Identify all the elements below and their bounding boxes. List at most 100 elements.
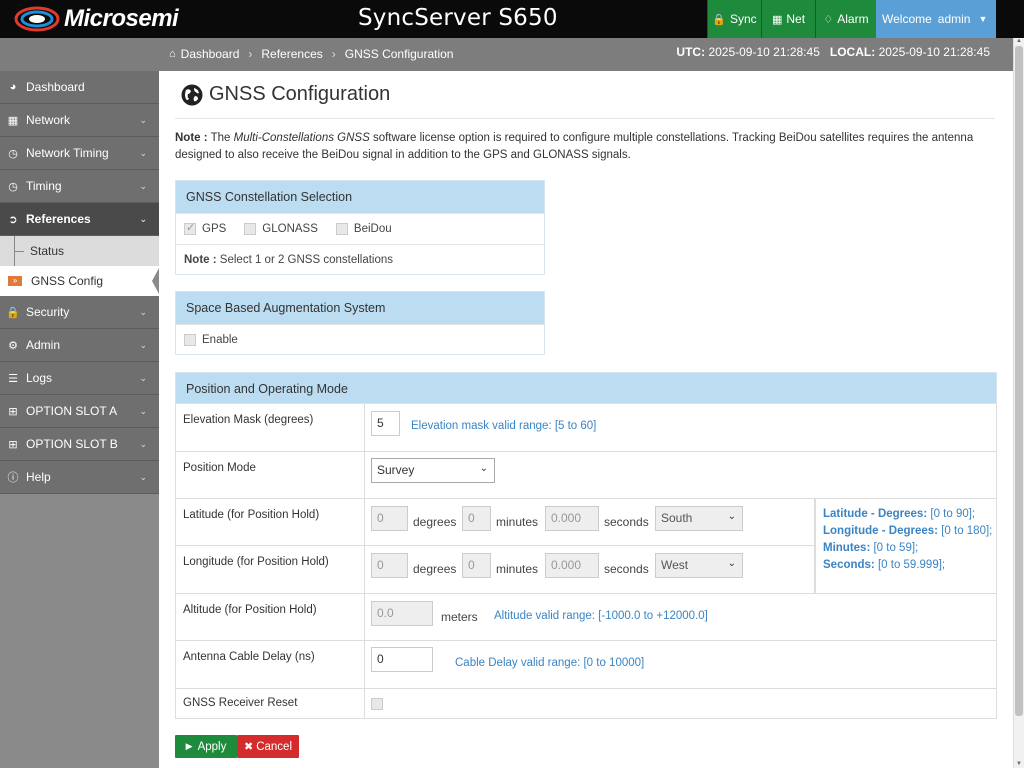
sidebar-subitem-gnss-config[interactable]: » GNSS Config xyxy=(0,266,159,296)
longitude-degrees-input[interactable]: 0 xyxy=(371,553,408,578)
latitude-minutes-input[interactable]: 0 xyxy=(462,506,491,531)
constellation-note-text: Select 1 or 2 GNSS constellations xyxy=(219,254,394,266)
caret-down-icon: ▼ xyxy=(978,14,988,24)
sbas-enable-label: Enable xyxy=(202,334,238,346)
breadcrumb-dashboard[interactable]: Dashboard xyxy=(181,47,240,61)
lock-icon: 🔒 xyxy=(712,13,726,26)
cable-delay-input[interactable]: 0 xyxy=(371,647,433,672)
brand-logo[interactable]: Microsemi xyxy=(14,5,179,33)
constellation-note: Note : Select 1 or 2 GNSS constellations xyxy=(176,244,544,275)
beidou-label: BeiDou xyxy=(353,223,392,235)
sidebar-item-dashboard[interactable]: ◕ Dashboard xyxy=(0,71,159,104)
clock-icon: ◷ xyxy=(8,180,18,193)
glonass-option[interactable]: GLONASS xyxy=(244,223,318,235)
references-submenu: Status » GNSS Config xyxy=(0,236,159,296)
page-title: GNSS Configuration xyxy=(181,83,390,106)
elevation-row: Elevation Mask (degrees) 5 Elevation mas… xyxy=(175,404,997,452)
beidou-option[interactable]: BeiDou xyxy=(335,223,392,235)
latitude-minutes-unit: minutes xyxy=(496,515,539,529)
sidebar-item-logs[interactable]: ☰ Logs ⌄ xyxy=(0,362,159,395)
user-menu[interactable]: Welcome admin ▼ xyxy=(876,0,996,38)
position-mode-value: Survey xyxy=(377,463,415,477)
scrollbar-thumb[interactable] xyxy=(1015,46,1023,716)
sidebar-item-label: Security xyxy=(26,305,70,319)
apply-label: Apply xyxy=(197,740,227,753)
gps-checkbox[interactable] xyxy=(184,221,196,235)
constellation-heading: GNSS Constellation Selection xyxy=(176,181,544,213)
sbas-heading: Space Based Augmentation System xyxy=(176,292,544,324)
breadcrumb-current: GNSS Configuration xyxy=(344,47,454,61)
sidebar-item-timing[interactable]: ◷ Timing ⌄ xyxy=(0,170,159,203)
username: admin xyxy=(937,12,971,26)
sidebar-item-network-timing[interactable]: ◷ Network Timing ⌄ xyxy=(0,137,159,170)
app-title: SyncServer S650 xyxy=(358,5,558,31)
position-panel: Position and Operating Mode xyxy=(175,372,997,404)
breadcrumb: ⌂ Dashboard › References › GNSS Configur… xyxy=(169,47,453,61)
longitude-direction-value: West xyxy=(661,558,689,572)
position-mode-row: Position Mode Survey ⌄ xyxy=(175,452,997,499)
cancel-label: Cancel xyxy=(256,740,293,753)
sidebar-item-help[interactable]: ⓘ Help ⌄ xyxy=(0,461,159,494)
receiver-reset-row: GNSS Receiver Reset xyxy=(175,689,997,719)
sidebar-item-label: Network Timing xyxy=(26,146,109,160)
altitude-hint: Altitude valid range: [-1000.0 to +12000… xyxy=(494,610,708,622)
alarm-status-button[interactable]: ♢ Alarm xyxy=(815,0,876,38)
license-note: Note : The Multi-Constellations GNSS sof… xyxy=(175,130,995,164)
sidebar-item-option-slot-a[interactable]: ⊞ OPTION SLOT A ⌄ xyxy=(0,395,159,428)
sidebar-item-admin[interactable]: ⚙ Admin ⌄ xyxy=(0,329,159,362)
sidebar-item-label: Network xyxy=(26,113,71,127)
latitude-seconds-input[interactable]: 0.000 xyxy=(545,506,599,531)
apply-button[interactable]: ▶ Apply xyxy=(175,735,237,758)
sidebar-item-references[interactable]: ➲ References ⌄ xyxy=(0,203,159,236)
longitude-direction-select[interactable]: West ⌄ xyxy=(655,553,743,578)
sbas-enable-checkbox[interactable] xyxy=(184,334,196,346)
net-status-button[interactable]: ▦ Net xyxy=(761,0,815,38)
sidebar-item-network[interactable]: ▦ Network ⌄ xyxy=(0,104,159,137)
latitude-direction-select[interactable]: South ⌄ xyxy=(655,506,743,531)
note-emph: Multi-Constellations GNSS xyxy=(233,132,370,144)
chevron-down-icon: ⌄ xyxy=(139,114,147,125)
breadcrumb-references[interactable]: References xyxy=(261,47,322,61)
latitude-degrees-unit: degrees xyxy=(413,515,457,529)
dashboard-icon: ◕ xyxy=(9,81,17,93)
gps-option[interactable]: GPS xyxy=(184,221,226,235)
home-icon: ⌂ xyxy=(169,48,176,60)
sidebar-item-security[interactable]: 🔒 Security ⌄ xyxy=(0,296,159,329)
sbas-enable-option[interactable]: Enable xyxy=(184,334,238,346)
sidebar-subitem-status[interactable]: Status xyxy=(0,236,159,266)
position-mode-select[interactable]: Survey ⌄ xyxy=(371,458,495,483)
alarm-label: Alarm xyxy=(837,12,869,26)
latitude-degrees-input[interactable]: 0 xyxy=(371,506,408,531)
cable-delay-row: Antenna Cable Delay (ns) 0 Cable Delay v… xyxy=(175,641,997,689)
receiver-reset-checkbox[interactable] xyxy=(371,698,383,710)
page-title-text: GNSS Configuration xyxy=(209,83,391,105)
clock-icon: ◷ xyxy=(8,147,18,160)
list-icon: ☰ xyxy=(8,372,18,385)
receiver-reset-label: GNSS Receiver Reset xyxy=(176,689,365,718)
clock-display: UTC: 2025-09-10 21:28:45 LOCAL: 2025-09-… xyxy=(676,45,990,59)
sidebar-subitem-label: Status xyxy=(30,244,65,258)
glonass-checkbox[interactable] xyxy=(244,223,257,235)
cancel-button[interactable]: ✖ Cancel xyxy=(237,735,299,758)
beidou-checkbox[interactable] xyxy=(335,223,348,235)
longitude-seconds-input[interactable]: 0.000 xyxy=(545,553,599,578)
longitude-minutes-input[interactable]: 0 xyxy=(462,553,491,578)
longitude-seconds-unit: seconds xyxy=(604,562,649,576)
utc-label: UTC: xyxy=(676,45,706,59)
chevron-down-icon: ⌄ xyxy=(139,213,147,224)
elevation-input[interactable]: 5 xyxy=(371,411,400,436)
position-ranges: Latitude - Degrees: [0 to 90]; Longitude… xyxy=(815,499,997,594)
sync-status-button[interactable]: 🔒 Sync xyxy=(707,0,761,38)
scroll-down-icon[interactable]: ▼ xyxy=(1016,761,1022,767)
scroll-up-icon[interactable]: ▲ xyxy=(1016,38,1022,44)
longitude-minutes-unit: minutes xyxy=(496,562,539,576)
net-label: Net xyxy=(786,12,806,26)
altitude-input[interactable]: 0.0 xyxy=(371,601,433,626)
page-scrollbar[interactable]: ▲ ▼ xyxy=(1013,38,1024,768)
chevron-right-icon: › xyxy=(248,47,253,61)
local-label: LOCAL: xyxy=(829,45,876,59)
note-pre: The xyxy=(210,132,231,144)
constellation-panel: GNSS Constellation Selection GPS GLONASS… xyxy=(175,180,545,275)
altitude-row: Altitude (for Position Hold) 0.0 meters … xyxy=(175,594,997,641)
sidebar-item-option-slot-b[interactable]: ⊞ OPTION SLOT B ⌄ xyxy=(0,428,159,461)
